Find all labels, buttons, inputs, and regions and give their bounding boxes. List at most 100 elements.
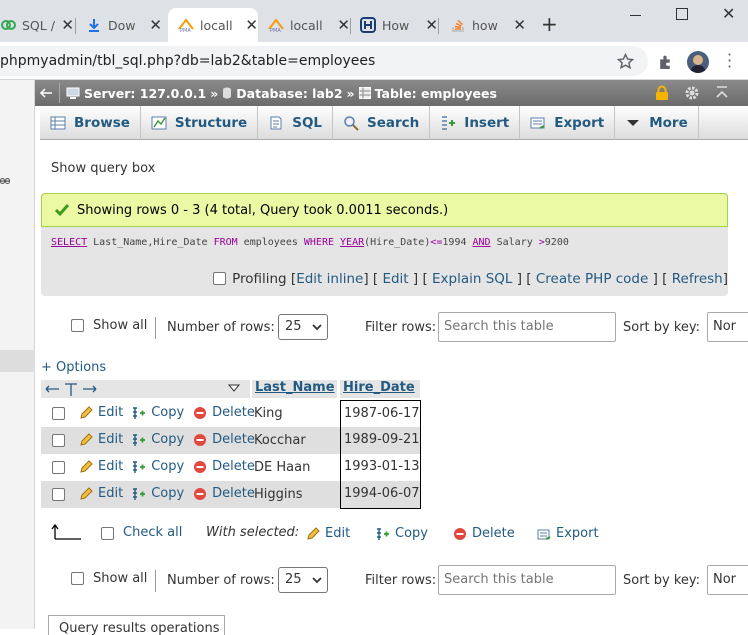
refresh-link[interactable]: Refresh	[672, 271, 723, 287]
close-icon[interactable]: ✕	[245, 16, 258, 34]
rows-select[interactable]: 25	[278, 567, 328, 593]
profiling-checkbox[interactable]	[213, 272, 227, 285]
edit-row-button[interactable]: Edit	[79, 432, 123, 447]
column-controls-header	[41, 380, 250, 398]
tab-insert[interactable]: Insert	[430, 106, 521, 140]
options-link[interactable]: + Options	[41, 360, 106, 375]
edit-inline-link[interactable]: Edit inline	[296, 271, 363, 287]
lock-icon[interactable]	[655, 85, 669, 101]
show-all-checkbox[interactable]	[71, 572, 84, 585]
close-icon[interactable]: ✕	[513, 16, 526, 34]
show-all-checkbox[interactable]	[71, 319, 84, 332]
copy-row-button[interactable]: Copy	[132, 405, 184, 420]
close-icon[interactable]: ✕	[337, 16, 350, 34]
bookmark-star-icon[interactable]	[617, 53, 634, 70]
copy-row-button[interactable]: Copy	[132, 486, 184, 501]
create-php-code-link[interactable]: Create PHP code	[536, 271, 648, 287]
rows-select[interactable]: 25	[278, 314, 328, 340]
browser-tab-active[interactable]: PMA locall ✕	[168, 8, 258, 42]
close-icon[interactable]: ✕	[425, 16, 438, 34]
bulk-export-button[interactable]: Export	[537, 526, 599, 541]
sort-key-select[interactable]: Nor	[707, 312, 748, 342]
row-checkbox[interactable]	[52, 434, 65, 447]
cell-hire-date[interactable]: 1987-06-17	[340, 400, 421, 427]
close-icon[interactable]: ✕	[149, 16, 162, 34]
edit-row-button[interactable]: Edit	[79, 405, 123, 420]
table-navigation-bottom: Show all Number of rows: 25 Filter rows:…	[41, 564, 748, 598]
tab-export[interactable]: Export	[520, 106, 616, 140]
tab-label: More	[649, 115, 688, 131]
tab-sql[interactable]: SQL	[258, 106, 334, 140]
delete-row-button[interactable]: Delete	[193, 459, 255, 474]
row-checkbox[interactable]	[52, 461, 65, 474]
edit-row-button[interactable]: Edit	[79, 486, 123, 501]
breadcrumb-server[interactable]: Server: 127.0.0.1	[84, 86, 206, 101]
breadcrumb-database[interactable]: Database: lab2	[236, 86, 342, 101]
sql-query-display: SELECT Last_Name,Hire_Date FROM employee…	[41, 227, 728, 261]
column-header-last-name[interactable]: Last_Name	[251, 380, 337, 398]
bulk-delete-button[interactable]: Delete	[453, 526, 515, 541]
delete-row-button[interactable]: Delete	[193, 486, 255, 501]
delete-row-button[interactable]: Delete	[193, 405, 255, 420]
sort-key-select[interactable]: Nor	[707, 565, 748, 595]
cell-hire-date[interactable]: 1994-06-07	[340, 481, 421, 509]
column-header-hire-date[interactable]: Hire_Date	[340, 380, 420, 398]
maximize-icon[interactable]	[676, 8, 688, 20]
bulk-edit-button[interactable]: Edit	[306, 526, 350, 541]
explain-sql-link[interactable]: Explain SQL	[432, 271, 512, 287]
tab-structure[interactable]: Structure	[141, 106, 259, 140]
browser-tab-bar: SQL / ✕ Dow ✕ PMA locall ✕ PMA locall ✕ …	[0, 0, 748, 42]
check-all-label[interactable]: Check all	[123, 525, 182, 540]
check-all-checkbox[interactable]	[101, 527, 114, 540]
edit-link[interactable]: Edit	[382, 271, 408, 287]
expand-columns-icon[interactable]	[45, 382, 97, 396]
browser-tab[interactable]: SQL / ✕	[0, 8, 74, 42]
row-checkbox[interactable]	[52, 488, 65, 501]
collapse-up-icon[interactable]	[715, 86, 729, 100]
tab-more[interactable]: More	[615, 106, 699, 140]
query-results-operations-tab[interactable]: Query results operations	[48, 615, 225, 635]
avatar[interactable]	[687, 51, 709, 73]
show-query-box-link[interactable]: Show query box	[51, 161, 155, 176]
delete-row-button[interactable]: Delete	[193, 432, 255, 447]
copy-row-button[interactable]: Copy	[132, 432, 184, 447]
tab-search[interactable]: Search	[333, 106, 431, 140]
cell-last-name[interactable]: King	[254, 406, 283, 421]
copy-row-button[interactable]: Copy	[132, 459, 184, 474]
sort-caret-icon[interactable]	[228, 384, 240, 392]
gear-icon[interactable]	[684, 85, 700, 101]
browser-menu-icon[interactable]: · · ·	[727, 47, 732, 75]
cell-hire-date[interactable]: 1989-09-21	[340, 427, 421, 454]
url-field[interactable]: phpmyadmin/tbl_sql.php?db=lab2&table=emp…	[0, 46, 648, 76]
browser-tab[interactable]: how ✕	[450, 8, 526, 42]
filter-rows-input[interactable]: Search this table	[438, 312, 616, 342]
cell-last-name[interactable]: Higgins	[254, 487, 303, 502]
browser-tab[interactable]: PMA locall ✕	[268, 8, 350, 42]
breadcrumb-table[interactable]: Table: employees	[375, 86, 497, 101]
collapse-arrow-icon[interactable]	[39, 87, 53, 99]
sql-keyword[interactable]: SELECT	[51, 237, 87, 248]
export-icon	[537, 529, 551, 540]
download-tab-icon	[89, 19, 99, 32]
copy-icon	[133, 406, 146, 419]
new-tab-icon[interactable]: +	[541, 12, 558, 36]
window-close-icon[interactable]: ✕	[722, 4, 735, 23]
bulk-copy-button[interactable]: Copy	[376, 526, 428, 541]
link-icon[interactable]	[0, 177, 10, 185]
sql-keyword[interactable]: AND	[473, 237, 491, 248]
browser-tab[interactable]: How ✕	[360, 8, 438, 42]
cell-last-name[interactable]: DE Haan	[254, 460, 310, 475]
minimize-icon[interactable]	[626, 6, 644, 24]
edit-row-button[interactable]: Edit	[79, 459, 123, 474]
sql-function[interactable]: YEAR	[340, 237, 364, 248]
cell-hire-date[interactable]: 1993-01-13	[340, 454, 421, 481]
tab-browse[interactable]: Browse	[40, 106, 141, 140]
close-icon[interactable]: ✕	[61, 16, 74, 34]
extensions-icon[interactable]	[657, 53, 674, 70]
browser-tab[interactable]: Dow ✕	[86, 8, 162, 42]
filter-rows-input[interactable]: Search this table	[438, 565, 616, 595]
insert-icon	[442, 116, 456, 130]
breadcrumb-separator: »	[346, 85, 355, 101]
row-checkbox[interactable]	[52, 407, 65, 420]
cell-last-name[interactable]: Kocchar	[254, 433, 306, 448]
